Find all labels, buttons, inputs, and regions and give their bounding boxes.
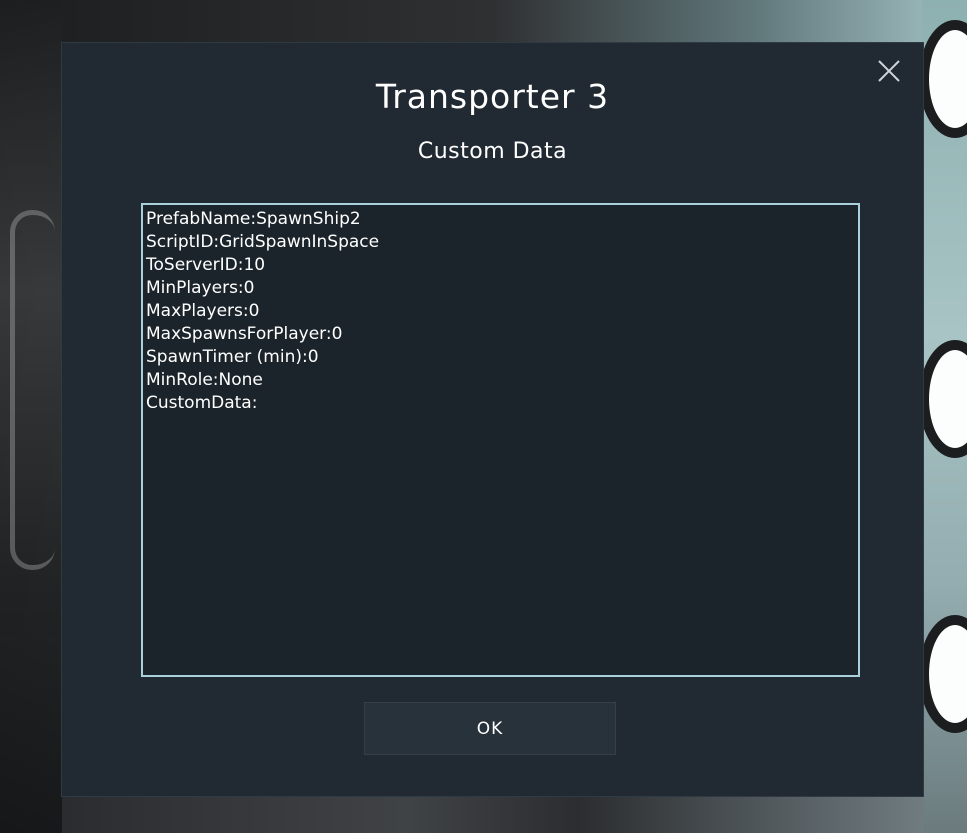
background-ceiling (62, 0, 924, 42)
custom-data-textarea[interactable]: PrefabName:SpawnShip2 ScriptID:GridSpawn… (141, 203, 860, 677)
dialog-title: Transporter 3 (375, 77, 610, 116)
text-line: SpawnTimer (min):0 (146, 347, 319, 367)
text-line: ScriptID:GridSpawnInSpace (146, 232, 380, 252)
background-floor (62, 796, 924, 833)
text-line: MinRole:None (146, 370, 263, 390)
ok-button[interactable]: OK (364, 702, 616, 755)
text-line: CustomData: (146, 393, 258, 413)
text-line: MinPlayers:0 (146, 278, 255, 298)
text-line: PrefabName:SpawnShip2 (146, 209, 361, 229)
text-line: MaxSpawnsForPlayer:0 (146, 324, 343, 344)
dialog-subtitle: Custom Data (417, 139, 568, 164)
custom-data-dialog: Transporter 3 Custom Data PrefabName:Spa… (61, 42, 924, 797)
text-line: ToServerID:10 (146, 255, 266, 275)
background-left-wall (0, 0, 62, 833)
text-line: MaxPlayers:0 (146, 301, 260, 321)
